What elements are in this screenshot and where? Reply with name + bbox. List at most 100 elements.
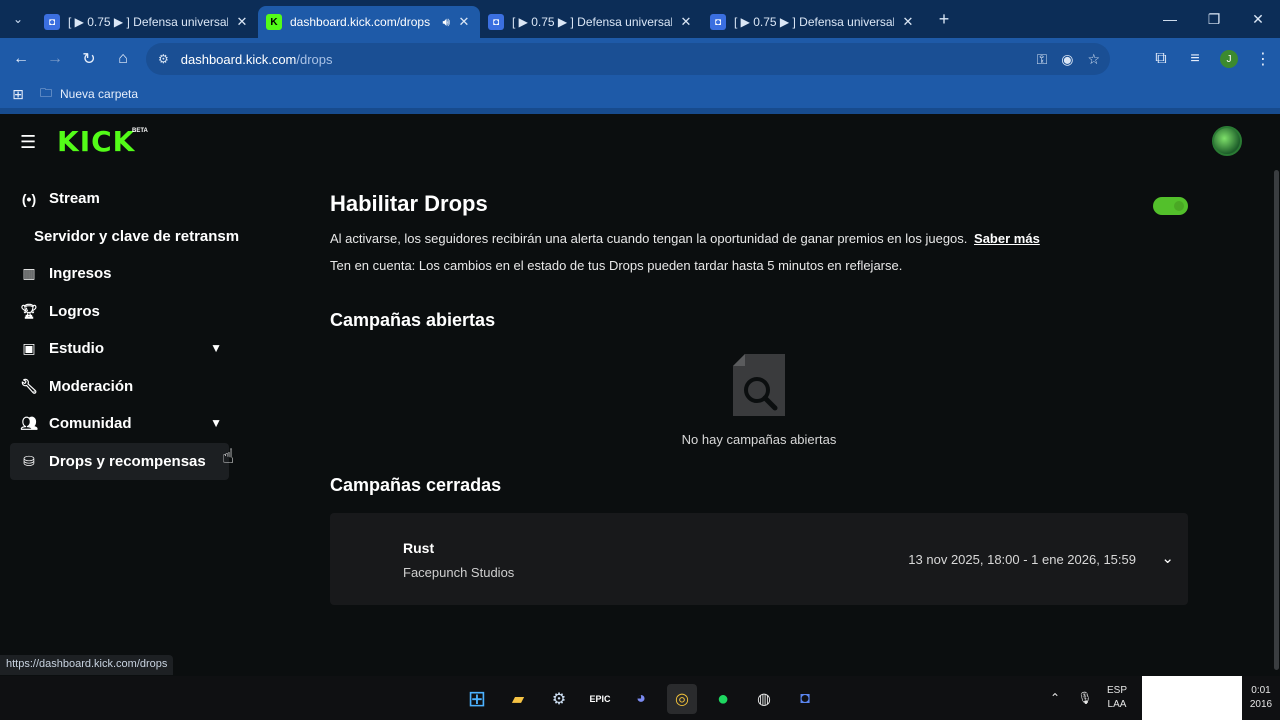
tab-title: [ ▶ 0.75 ▶ ] Defensa universal de (512, 15, 672, 29)
sidebar-item-logros[interactable]: 🏆︎ Logros (10, 293, 242, 331)
clock-time: 0:01 (1251, 685, 1271, 696)
file-explorer-icon[interactable]: ▰ (503, 684, 533, 714)
apps-grid-icon[interactable]: ⊞ (0, 86, 36, 103)
browser-tab-4[interactable]: ◘ [ ▶ 0.75 ▶ ] Defensa universal de ✕ (702, 6, 924, 38)
chevron-down-icon[interactable]: ▼ (210, 341, 222, 355)
sidebar-item-label: Stream (49, 190, 100, 208)
sidebar-item-label: Moderación (49, 377, 134, 395)
back-icon[interactable]: ← (4, 42, 38, 76)
home-icon[interactable]: ⌂ (106, 42, 140, 76)
eye-icon[interactable]: ◉ (1061, 51, 1073, 68)
reload-icon[interactable]: ↻ (72, 42, 106, 76)
browser-tab-1[interactable]: ◘ [ ▶ 0.75 ▶ ] Defensa universal de ✕ (36, 6, 258, 38)
close-window-icon[interactable]: ✕ (1236, 0, 1280, 38)
password-key-icon[interactable]: ⚿ (1037, 51, 1048, 68)
bookmark-folder[interactable]: 🗀︎ Nueva carpeta (40, 84, 138, 105)
hamburger-menu-icon[interactable]: ☰ (20, 132, 40, 153)
language-indicator[interactable]: ESP LAA (1100, 684, 1134, 712)
discord-icon[interactable]: ◕ (626, 684, 656, 714)
restore-icon[interactable]: ❐ (1192, 0, 1236, 38)
drops-description: Al activarse, los seguidores recibirán u… (330, 231, 1040, 246)
close-icon[interactable]: ✕ (678, 14, 694, 30)
sidebar-item-ingresos[interactable]: ▥ Ingresos (10, 255, 242, 293)
roblox-icon: ◘ (488, 14, 504, 30)
windows-start-icon[interactable]: ⊞ (462, 684, 492, 714)
sidebar-item-stream-key[interactable]: Servidor y clave de retransm (10, 218, 242, 256)
browser-tab-2[interactable]: K dashboard.kick.com/drops 🔊︎ ✕ (258, 6, 480, 38)
folder-icon: 🗀︎ (40, 85, 53, 100)
profile-avatar: J (1220, 50, 1238, 68)
bookmark-folder-label: Nueva carpeta (60, 87, 139, 101)
bookmark-star-icon[interactable]: ☆ (1087, 51, 1100, 68)
browser-toolbar: ← → ↻ ⌂ ⚙ dashboard.kick.com/drops ⚿ ◉ ☆… (0, 38, 1280, 80)
tab-title: [ ▶ 0.75 ▶ ] Defensa universal de (734, 15, 894, 29)
epic-games-icon[interactable]: EPIC (585, 684, 615, 714)
campaign-name: Rust (403, 540, 435, 556)
campaign-row[interactable]: Rust Facepunch Studios 13 nov 2025, 18:0… (330, 513, 1188, 605)
url-host: dashboard.kick.com (180, 51, 297, 67)
steam-icon[interactable]: ⚙ (544, 684, 574, 714)
forward-icon[interactable]: → (38, 42, 72, 76)
tray-obscured-area (1142, 676, 1242, 720)
drops-toggle[interactable] (1153, 197, 1188, 215)
kick-logo[interactable]: KICK (57, 125, 135, 158)
tray-overflow-icon[interactable]: ⌃ (1040, 691, 1070, 705)
chrome-icon[interactable]: ◎ (667, 684, 697, 714)
profile-button[interactable]: J (1212, 42, 1246, 76)
sidebar-nav: (•) Stream Servidor y clave de retransm … (10, 180, 242, 480)
campaign-studio: Facepunch Studios (403, 565, 515, 580)
window-controls: — ❐ ✕ (1148, 0, 1280, 38)
address-bar[interactable]: ⚙ dashboard.kick.com/drops ⚿ ◉ ☆ (146, 43, 1110, 75)
learn-more-link[interactable]: Saber más (974, 231, 1040, 246)
sidebar-item-moderacion[interactable]: 🔧︎ Moderación (10, 368, 242, 406)
tab-search-icon[interactable]: ⌄ (0, 0, 36, 38)
chevron-down-icon[interactable]: ▼ (210, 416, 222, 430)
sidebar-item-estudio[interactable]: ▣ Estudio ▼ (10, 330, 242, 368)
empty-state-text: No hay campañas abiertas (681, 432, 837, 447)
lang-code: ESP (1106, 685, 1127, 696)
new-tab-icon[interactable]: + (930, 9, 958, 30)
clock-date: 2016 (1249, 699, 1273, 710)
browser-tab-3[interactable]: ◘ [ ▶ 0.75 ▶ ] Defensa universal de ✕ (480, 6, 702, 38)
clock[interactable]: 0:01 2016 (1242, 684, 1280, 712)
lang-layout: LAA (1107, 699, 1127, 710)
campaign-dates: 13 nov 2025, 18:00 - 1 ene 2026, 15:59 (908, 552, 1136, 567)
media-controls-icon[interactable]: ≡ (1178, 42, 1212, 76)
kebab-menu-icon[interactable]: ⋮ (1246, 42, 1280, 76)
sidebar-item-comunidad[interactable]: 👥︎ Comunidad ▼ (10, 405, 242, 443)
sidebar-item-label: Comunidad (49, 415, 132, 433)
roblox-icon[interactable]: ◘ (790, 684, 820, 714)
page-title: Habilitar Drops (330, 191, 488, 216)
kick-dashboard-page: ☰ KICK BETA (•) Stream Servidor y clave … (0, 114, 1280, 676)
roblox-icon: ◘ (710, 14, 726, 30)
close-icon[interactable]: ✕ (456, 14, 472, 30)
microphone-icon[interactable]: 🎙︎ (1070, 691, 1100, 705)
sidebar-item-stream[interactable]: (•) Stream (10, 180, 242, 218)
kick-icon: K (266, 14, 282, 30)
chevron-down-icon[interactable]: ⌄ (1161, 549, 1174, 567)
close-icon[interactable]: ✕ (234, 14, 250, 30)
minimize-icon[interactable]: — (1148, 0, 1192, 38)
roblox-icon: ◘ (44, 14, 60, 30)
url-path: /drops (296, 51, 333, 67)
status-url-bubble: https://dashboard.kick.com/drops (0, 655, 174, 675)
close-icon[interactable]: ✕ (900, 14, 916, 30)
open-campaigns-heading: Campañas abiertas (330, 310, 496, 330)
sidebar-item-label: Drops y recompensas (49, 452, 206, 470)
sidebar-item-label: Ingresos (49, 265, 112, 283)
obs-icon[interactable]: ◍ (749, 684, 779, 714)
wrench-icon: 🔧︎ (20, 377, 38, 394)
speaker-icon[interactable]: 🔊︎ (442, 15, 450, 30)
windows-taskbar: ⊞ ▰ ⚙ EPIC ◕ ◎ ● ◍ ◘ ⌃ 🎙︎ ESP LAA 0:01 2… (0, 676, 1280, 720)
spotify-icon[interactable]: ● (708, 684, 738, 714)
user-avatar[interactable] (1212, 126, 1242, 156)
broadcast-icon: (•) (21, 190, 37, 207)
studio-icon: ▣ (22, 340, 36, 357)
page-scrollbar[interactable] (1274, 170, 1279, 670)
site-settings-icon[interactable]: ⚙ (158, 52, 169, 66)
sidebar-item-drops[interactable]: ⛁ Drops y recompensas (10, 442, 229, 480)
sidebar-item-label: Logros (49, 302, 100, 320)
beta-badge: BETA (132, 128, 148, 134)
extensions-icon[interactable]: ⧉ (1144, 42, 1178, 76)
closed-campaigns-heading: Campañas cerradas (330, 475, 502, 495)
